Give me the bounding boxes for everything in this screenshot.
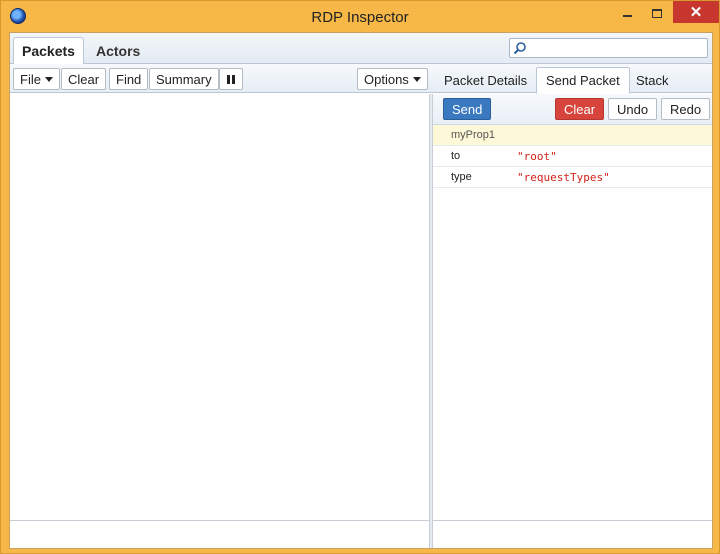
- maximize-button[interactable]: [643, 1, 671, 25]
- find-button[interactable]: Find: [109, 68, 149, 90]
- window-title: RDP Inspector: [311, 8, 409, 26]
- app-window: RDP Inspector ✕ Packets Actors File Clea…: [0, 0, 720, 554]
- prop-value[interactable]: "root": [517, 150, 557, 163]
- send-packet-pane: Send Clear Undo Redo myProp1 to "root" t…: [433, 94, 712, 548]
- search-icon: [513, 42, 526, 55]
- file-menu-button[interactable]: File: [13, 68, 60, 90]
- send-packet-toolbar: Send Clear Undo Redo: [433, 94, 712, 125]
- new-prop-input[interactable]: myProp1: [451, 129, 495, 141]
- prop-row-to[interactable]: to "root": [433, 146, 712, 167]
- prop-key: type: [451, 171, 472, 183]
- options-label: Options: [364, 71, 409, 87]
- minimize-icon: [622, 15, 632, 17]
- prop-value[interactable]: "requestTypes": [517, 171, 610, 184]
- tab-send-packet[interactable]: Send Packet: [536, 67, 630, 94]
- close-button[interactable]: ✕: [673, 1, 719, 23]
- packet-list-footer: [10, 520, 429, 548]
- close-icon: ✕: [689, 4, 703, 21]
- firefox-app-icon: [10, 8, 26, 24]
- summary-button[interactable]: Summary: [149, 68, 219, 90]
- pause-icon: [227, 74, 235, 84]
- send-button[interactable]: Send: [443, 98, 492, 120]
- tab-stack[interactable]: Stack: [627, 67, 678, 94]
- chevron-down-icon: [44, 77, 53, 82]
- clear-packet-button[interactable]: Clear: [555, 98, 605, 120]
- chevron-down-icon: [412, 77, 421, 82]
- clear-button[interactable]: Clear: [61, 68, 107, 90]
- send-packet-footer: [433, 520, 712, 548]
- maximize-icon: [652, 8, 662, 18]
- redo-button[interactable]: Redo: [661, 98, 711, 120]
- search-input[interactable]: [509, 38, 708, 58]
- pause-button[interactable]: [219, 68, 243, 90]
- title-bar: RDP Inspector: [1, 1, 719, 33]
- prop-key: to: [451, 150, 461, 162]
- file-label: File: [20, 71, 41, 87]
- minimize-button[interactable]: [613, 1, 641, 25]
- new-prop-row[interactable]: myProp1: [433, 125, 712, 146]
- tab-actors[interactable]: Actors: [88, 37, 148, 65]
- tab-packets[interactable]: Packets: [13, 37, 84, 65]
- tab-packet-details[interactable]: Packet Details: [435, 67, 536, 94]
- options-menu-button[interactable]: Options: [357, 68, 428, 90]
- client-area: Packets Actors File Clear Find Summary O…: [9, 32, 713, 549]
- packet-list-pane[interactable]: [10, 94, 429, 548]
- undo-button[interactable]: Undo: [608, 98, 658, 120]
- prop-row-type[interactable]: type "requestTypes": [433, 167, 712, 188]
- main-tab-bar: Packets Actors: [10, 33, 712, 65]
